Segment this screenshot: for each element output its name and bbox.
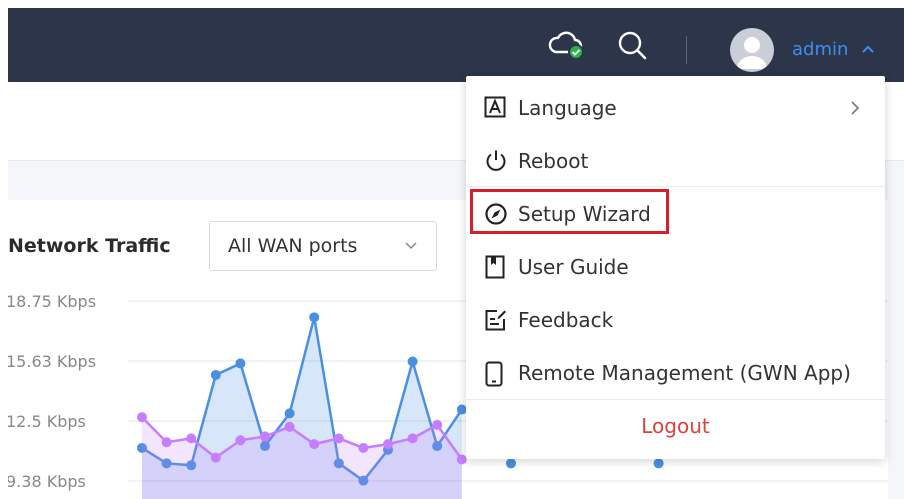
menu-item-label: Feedback — [518, 308, 614, 332]
data-point — [407, 356, 418, 367]
menu-item-user-guide[interactable]: User Guide — [466, 240, 885, 293]
username-label[interactable]: admin — [792, 38, 848, 62]
data-point — [210, 369, 221, 380]
wan-port-select[interactable]: All WAN ports — [209, 221, 437, 271]
menu-item-label: Remote Management (GWN App) — [518, 361, 851, 385]
chevron-up-icon[interactable] — [861, 44, 875, 54]
data-point — [309, 312, 320, 323]
data-point — [407, 433, 418, 444]
data-point — [161, 437, 172, 448]
app-window: admin Network Traffic All WAN ports 18.7… — [0, 0, 904, 499]
data-point — [358, 442, 369, 453]
menu-item-remote-management[interactable]: Remote Management (GWN App) — [466, 346, 885, 399]
cloud-check-icon[interactable] — [546, 28, 586, 62]
data-point — [653, 458, 664, 469]
data-point — [186, 433, 197, 444]
phone-icon — [485, 361, 503, 387]
menu-item-label: Reboot — [518, 149, 589, 173]
logout-label: Logout — [641, 414, 710, 438]
highlight-box — [470, 189, 669, 234]
avatar-icon — [737, 37, 767, 69]
network-traffic-title: Network Traffic — [8, 235, 171, 257]
wan-select-value: All WAN ports — [228, 235, 358, 257]
data-point — [210, 452, 221, 463]
chevron-right-icon — [851, 101, 860, 115]
data-point — [309, 439, 320, 450]
data-point — [284, 421, 295, 432]
data-point — [284, 408, 295, 419]
book-icon — [485, 255, 505, 279]
menu-item-feedback[interactable]: Feedback — [466, 293, 885, 346]
data-point — [333, 433, 344, 444]
user-dropdown-menu: Language Reboot Setup Wizard User Guide … — [466, 76, 885, 459]
data-point — [235, 435, 246, 446]
y-tick-label: 12.5 Kbps — [8, 412, 86, 431]
window-left-edge — [0, 0, 8, 499]
logout-button[interactable]: Logout — [466, 400, 885, 454]
avatar[interactable] — [730, 28, 774, 72]
top-bar: admin — [8, 8, 904, 82]
data-point — [506, 458, 516, 469]
menu-item-label: User Guide — [518, 255, 629, 279]
menu-item-language[interactable]: Language — [466, 81, 885, 134]
header-divider — [686, 36, 687, 64]
feedback-icon — [485, 310, 506, 331]
search-icon[interactable] — [618, 30, 648, 62]
data-point — [260, 431, 270, 442]
menu-item-label: Language — [518, 96, 617, 120]
data-point — [432, 419, 443, 430]
language-icon — [484, 96, 506, 118]
y-tick-label: 9.38 Kbps — [8, 472, 86, 491]
y-tick-label: 18.75 Kbps — [8, 292, 96, 311]
data-point — [235, 358, 246, 369]
chevron-down-icon — [405, 242, 417, 250]
data-point — [137, 412, 147, 423]
power-icon — [486, 150, 506, 171]
y-tick-label: 15.63 Kbps — [8, 352, 96, 371]
data-point — [383, 439, 393, 450]
menu-item-reboot[interactable]: Reboot — [466, 134, 885, 187]
